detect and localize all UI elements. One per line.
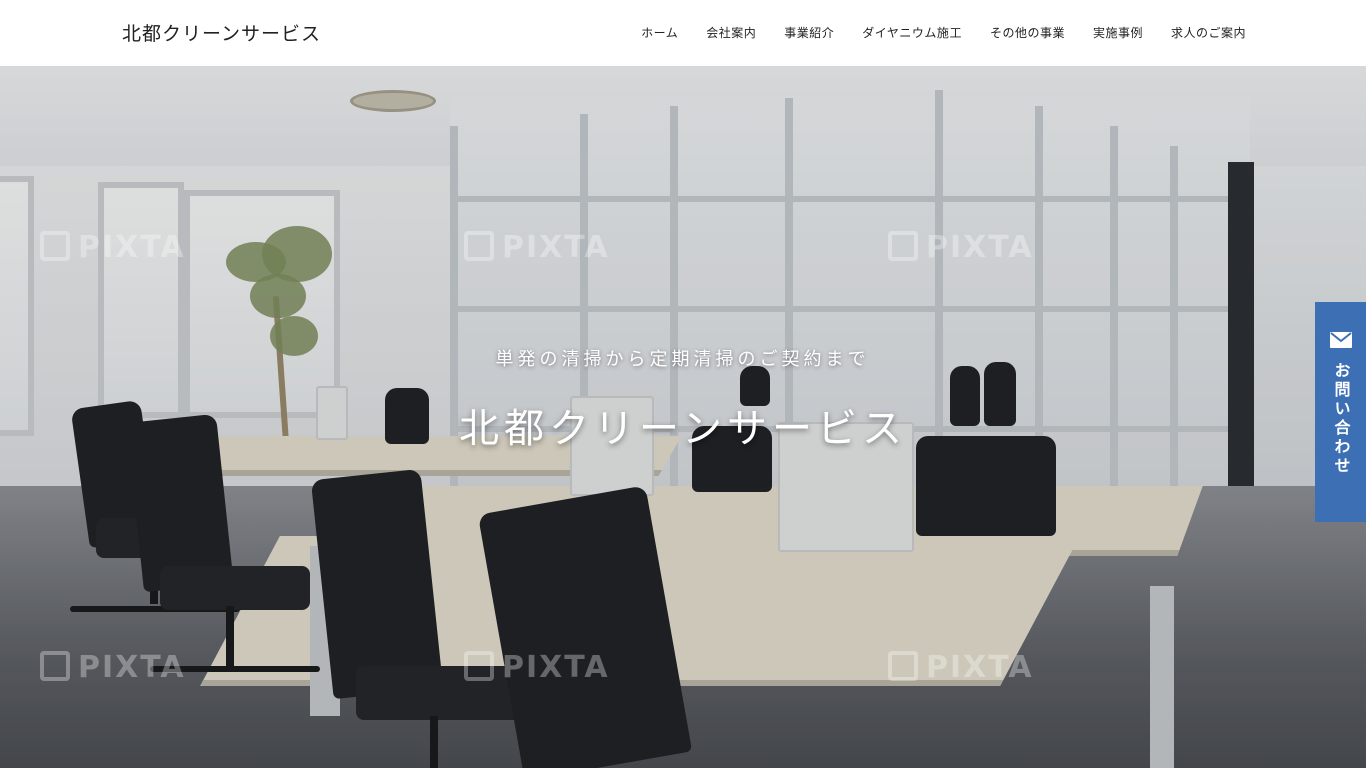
pixta-logo-icon	[464, 231, 494, 261]
nav-item-services[interactable]: 事業紹介	[770, 24, 848, 41]
watermark: PIXTA	[888, 230, 1034, 265]
pixta-logo-icon	[888, 231, 918, 261]
main-nav: ホーム 会社案内 事業紹介 ダイヤニウム施工 その他の事業 実施事例 求人のご案…	[627, 24, 1246, 41]
nav-item-dianium[interactable]: ダイヤニウム施工	[848, 24, 976, 41]
contact-label: お問い合わせ	[1331, 362, 1351, 476]
mail-icon	[1329, 332, 1352, 348]
nav-item-company[interactable]: 会社案内	[692, 24, 770, 41]
pixta-logo-icon	[888, 651, 918, 681]
watermark: PIXTA	[40, 650, 186, 685]
watermark: PIXTA	[888, 650, 1034, 685]
nav-item-recruit[interactable]: 求人のご案内	[1157, 24, 1246, 41]
hero-subtitle: 単発の清掃から定期清掃のご契約まで	[495, 349, 870, 370]
pixta-logo-icon	[40, 231, 70, 261]
watermark: PIXTA	[464, 230, 610, 265]
pixta-logo-icon	[40, 651, 70, 681]
watermark: PIXTA	[40, 230, 186, 265]
nav-item-cases[interactable]: 実施事例	[1079, 24, 1157, 41]
nav-item-home[interactable]: ホーム	[627, 24, 692, 41]
site-logo[interactable]: 北都クリーンサービス	[122, 19, 321, 46]
hero-section: PIXTA PIXTA PIXTA PIXTA PIXTA PIXTA 単発の清…	[0, 66, 1366, 768]
site-header: 北都クリーンサービス ホーム 会社案内 事業紹介 ダイヤニウム施工 その他の事業…	[0, 0, 1366, 66]
hero-title: 北都クリーンサービス	[459, 406, 907, 452]
pixta-logo-icon	[464, 651, 494, 681]
contact-button[interactable]: お問い合わせ	[1315, 302, 1366, 522]
watermark: PIXTA	[464, 650, 610, 685]
nav-item-other-business[interactable]: その他の事業	[976, 24, 1079, 41]
